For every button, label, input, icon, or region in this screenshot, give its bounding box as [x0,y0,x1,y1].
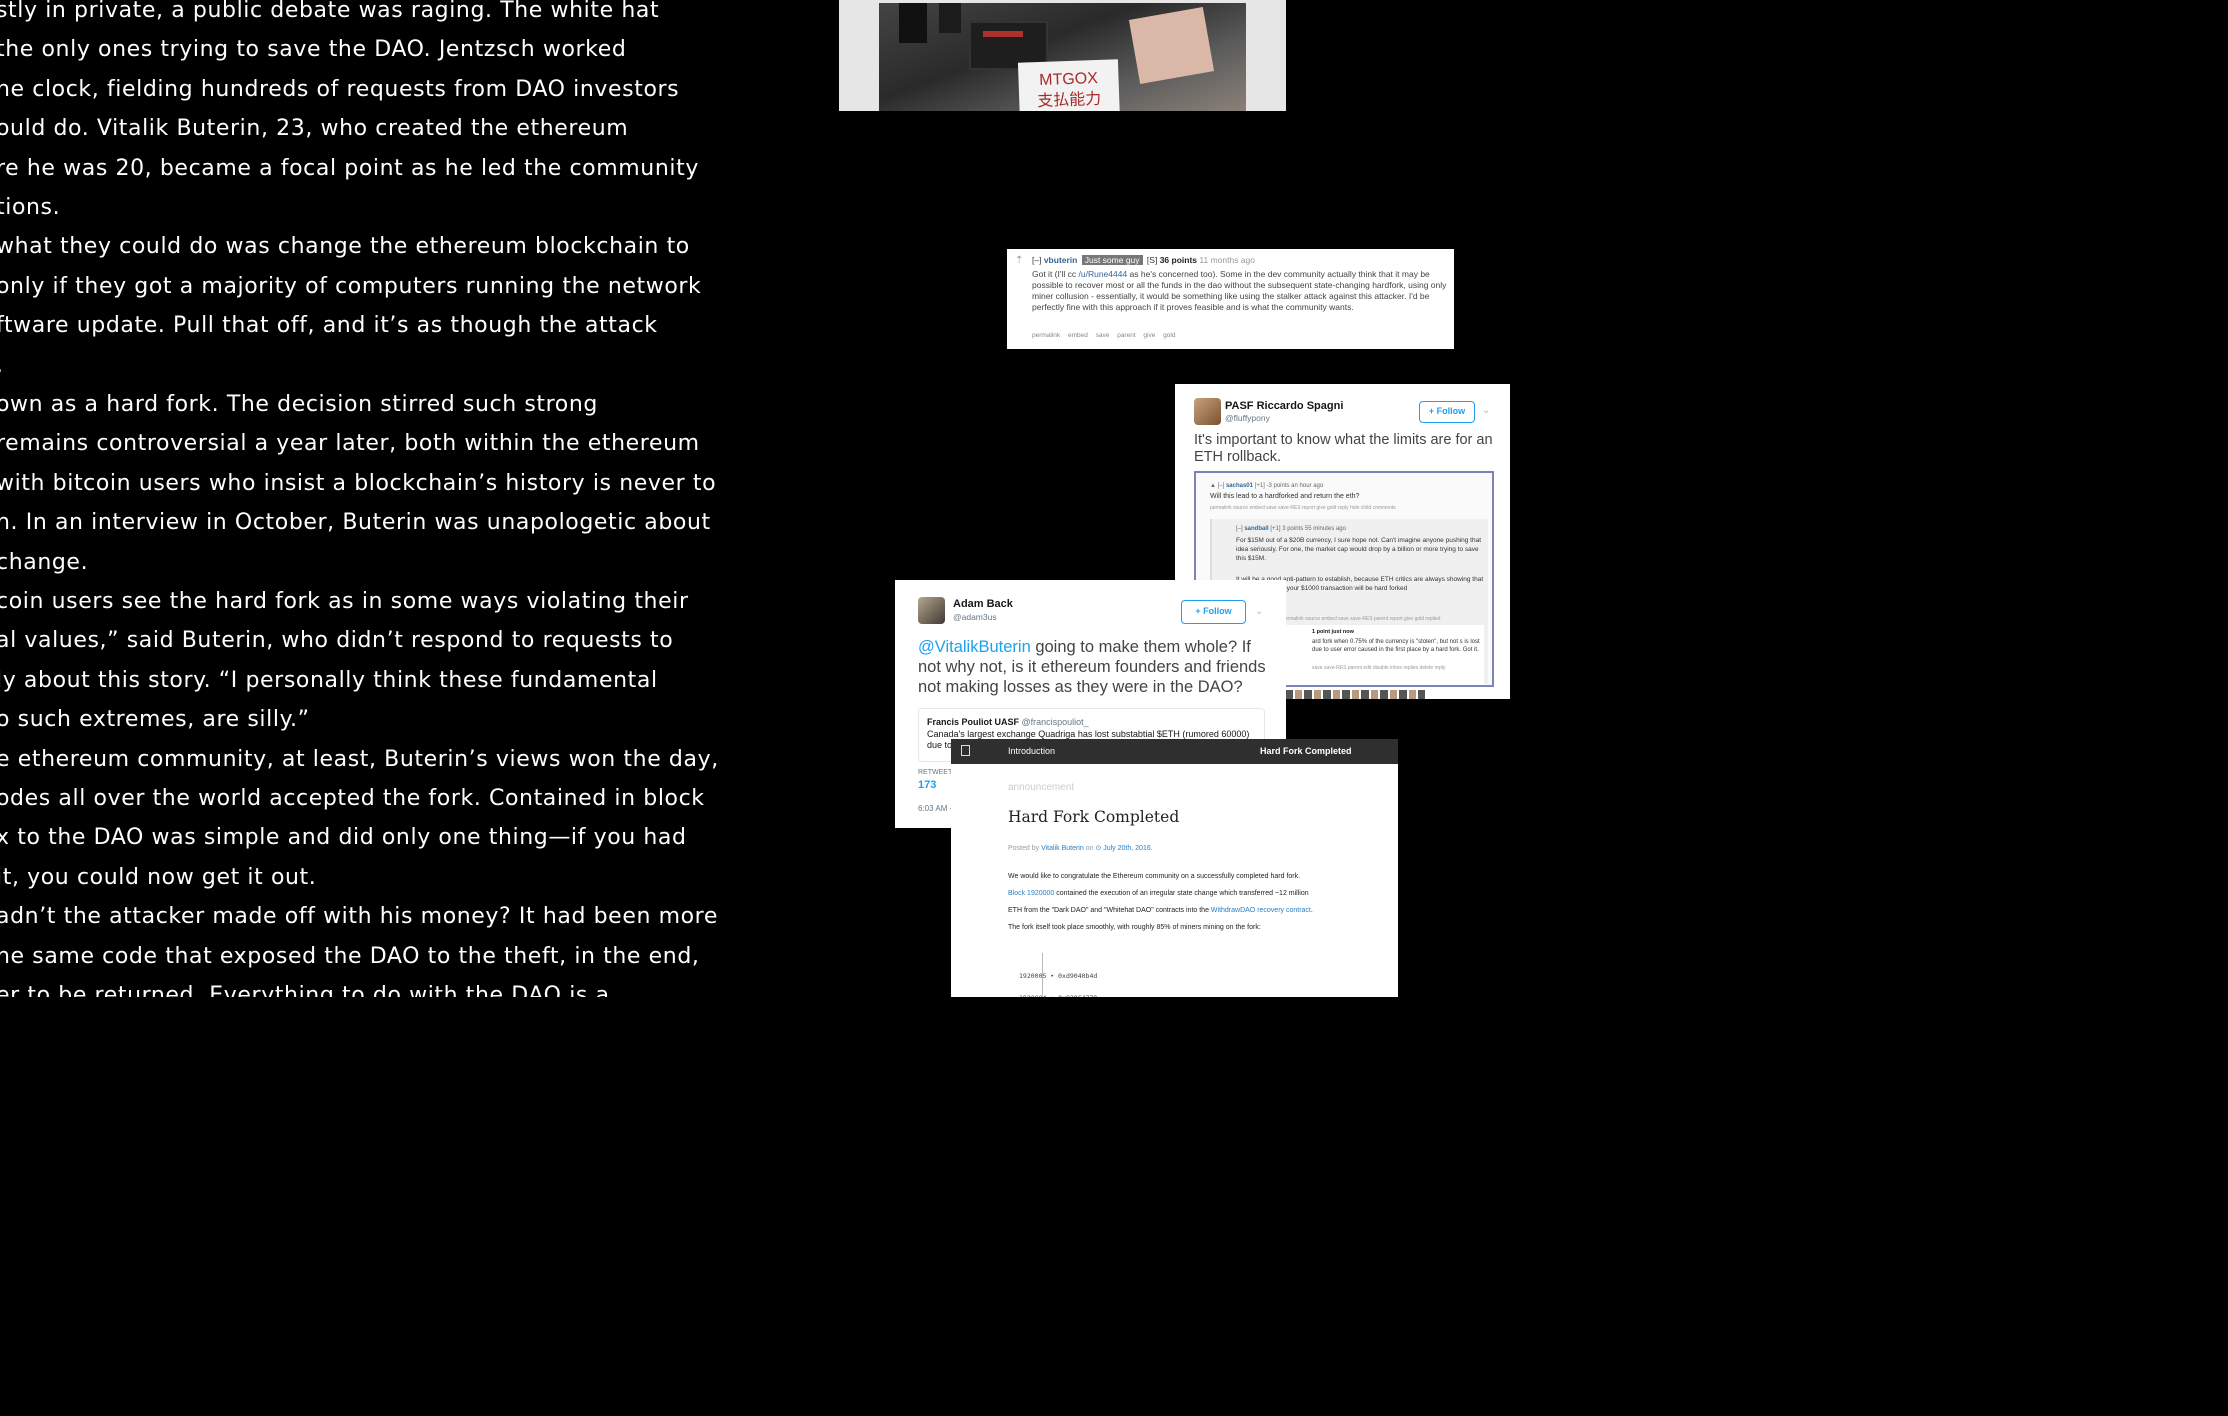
tweet-author-handle[interactable]: @fluffypony [1225,413,1270,423]
sign-line-2: 支払能力 [1036,90,1102,111]
follow-button[interactable]: + Follow [1181,600,1246,624]
embed-comment-actions: permalink source embed save save-RES rep… [1210,505,1396,511]
post-paragraph-1: We would like to congratulate the Ethere… [1008,873,1301,880]
comment-points: 36 points [1159,255,1198,265]
blog-post: Introduction Hard Fork Completed announc… [951,739,1398,997]
block-list: 1920005 • 0xd9040b4d 1920004 • 0x8396477… [1019,965,1097,997]
embed-reply-actions: permalink source embed save save-RES par… [1282,616,1441,622]
comment-body-text: Got it (I'll cc [1032,269,1079,279]
date-link[interactable]: ⊙ July 20th, 2016. [1095,845,1152,852]
embed-reply-text: For $15M out of a $20B currency, I sure … [1236,537,1482,562]
tweet-author-name[interactable]: PASF Riccardo Spagni [1225,400,1343,412]
article-line: x to the DAO was simple and did only one… [0,825,687,851]
upvote-arrow-icon[interactable]: ⇡ [1015,255,1023,266]
article-line: with bitcoin users who insist a blockcha… [0,470,717,496]
comment-username[interactable]: vbuterin [1044,255,1078,265]
article-line: . [0,353,4,378]
withdraw-contract-link[interactable]: WithdrawDAO recovery contract [1211,907,1311,914]
avatar[interactable] [918,597,945,624]
chevron-down-icon[interactable]: ⌄ [1482,405,1490,416]
tweet-text: It's important to know what the limits a… [1194,432,1493,465]
blog-nav: Introduction Hard Fork Completed [951,739,1398,764]
embed-nested-actions: save save-RES parent edit disable inbox … [1312,665,1446,671]
article-line: the only ones trying to save the DAO. Je… [0,37,627,63]
comment-time: 11 months ago [1199,255,1255,265]
article-line: er to be returned. Everything to do with… [0,983,610,997]
chevron-down-icon[interactable]: ⌄ [1255,606,1263,617]
article-line: adn’t the attacker made off with his mon… [0,904,718,930]
avatar[interactable] [1194,398,1221,425]
author-link[interactable]: Vitalik Buterin [1041,845,1084,852]
article-line: odes all over the world accepted the for… [0,786,705,811]
reddit-comment: ⇡ [–] vbuterin Just some guy [S] 36 poin… [1007,249,1454,349]
tweet-author-handle[interactable]: @adam3us [953,612,997,622]
quoted-author: Francis Pouliot UASF @francispouliot_ [927,717,1089,727]
nav-link-introduction[interactable]: Introduction [1008,746,1055,756]
embed-nested-text: ard fork when 0.75% of the currency is "… [1312,639,1480,653]
bookmark-icon[interactable] [961,745,970,756]
comment-actions[interactable]: permalink embed save parent give gold [1032,332,1175,339]
mention-link[interactable]: @VitalikButerin [918,638,1031,656]
embed-nested-points: 1 point just now [1312,629,1354,635]
article-line: o such extremes, are silly.” [0,707,310,733]
embed-nested-reply: 1 point just now ard fork when 0.75% of … [1272,625,1484,685]
user-mention-link[interactable]: /u/Rune4444 [1079,269,1128,279]
post-paragraph-4: The fork itself took place smoothly, wit… [1008,924,1261,931]
article-line: ftware update. Pull that off, and it’s a… [0,313,658,339]
follow-button[interactable]: + Follow [1419,401,1475,423]
article-text: stly in private, a public debate was rag… [0,0,740,997]
submitter-badge: [S] [1146,255,1158,265]
article-line: he clock, fielding hundreds of requests … [0,76,680,102]
block-entry: 1920004 • 0x83964779 [1019,987,1097,997]
post-title: Hard Fork Completed [1008,808,1180,826]
article-line: remains controversial a year later, both… [0,431,700,457]
article-line: ould do. Vitalik Buterin, 23, who create… [0,116,629,142]
post-category[interactable]: announcement [1008,782,1074,793]
article-line: stly in private, a public debate was rag… [0,0,660,23]
tweet-text: @VitalikButerin going to make them whole… [918,637,1268,697]
article-line: coin users see the hard fork as in some … [0,589,689,614]
embed-reply-meta: [–] sandball [+1] 3 points 55 minutes ag… [1236,526,1346,532]
block-entry: 1920005 • 0xd9040b4d [1019,972,1098,980]
article-line: ly about this story. “I personally think… [0,667,658,693]
liker-avatars[interactable] [1285,690,1425,699]
article-line: he same code that exposed the DAO to the… [0,943,700,969]
article-line: what they could do was change the ethere… [0,234,690,260]
article-line: h. In an interview in October, Buterin w… [0,510,711,536]
article-line: re he was 20, became a focal point as he… [0,155,699,181]
article-line: own as a hard fork. The decision stirred… [0,392,598,417]
article-line: tions. [0,195,61,220]
post-paragraph-3: ETH from the "Dark DAO" and "Whitehat DA… [1008,907,1313,914]
user-flair: Just some guy [1081,255,1143,265]
protest-image: MTGOX 支払能力 [879,3,1246,111]
article-line: change. [0,549,89,575]
nav-link-hard-fork[interactable]: Hard Fork Completed [1260,746,1352,756]
post-byline: Posted by Vitalik Buterin on ⊙ July 20th… [1008,845,1153,852]
article-line: al values,” said Buterin, who didn’t res… [0,628,674,654]
block-link[interactable]: Block 1920000 [1008,890,1054,897]
tweet-author-name[interactable]: Adam Back [953,598,1013,610]
collapse-toggle[interactable]: [–] [1032,255,1041,265]
embed-comment-text: Will this lead to a hardforked and retur… [1210,493,1360,500]
mtgox-photo: MTGOX 支払能力 [839,0,1286,111]
protest-sign: MTGOX 支払能力 [1017,59,1121,111]
comment-meta: [–] vbuterin Just some guy [S] 36 points… [1032,255,1255,265]
article-line: only if they got a majority of computers… [0,273,702,299]
retweets-count[interactable]: 173 [918,779,936,791]
embed-comment-meta: ▲ [–] sachas01 [+1] -3 points an hour ag… [1210,483,1324,489]
article-line: it, you could now get it out. [0,864,317,890]
comment-body: Got it (I'll cc /u/Rune4444 as he's conc… [1032,269,1447,313]
post-paragraph-2: Block 1920000 contained the execution of… [1008,890,1309,897]
article-line: e ethereum community, at least, Buterin’… [0,746,719,772]
